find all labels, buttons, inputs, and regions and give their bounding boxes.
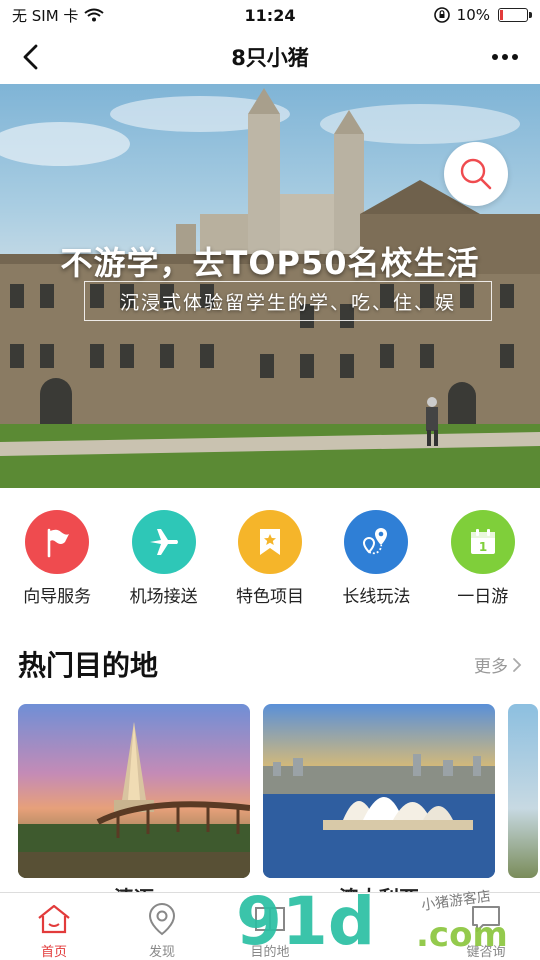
battery-icon	[498, 8, 532, 22]
tab-icon-wrap	[358, 901, 398, 937]
more-dot	[512, 54, 518, 60]
tab-consult[interactable]: 键咨询	[436, 893, 536, 960]
tab-destinations[interactable]: 目的地	[220, 893, 320, 960]
category-circle	[25, 510, 90, 574]
destination-card-chiang-mai[interactable]	[18, 704, 250, 878]
calendar-icon: 1	[470, 529, 495, 554]
home-icon	[38, 904, 70, 934]
tab-icon-wrap	[250, 901, 290, 937]
tab-placeholder[interactable]	[328, 893, 428, 960]
more-dot	[502, 54, 508, 60]
back-button[interactable]	[14, 40, 48, 74]
svg-text:1: 1	[479, 540, 487, 554]
category-label: 特色项目	[235, 587, 304, 607]
wifi-icon	[84, 8, 105, 22]
more-button[interactable]	[488, 44, 522, 70]
status-bar: 无 SIM 卡 11:24 10%	[0, 0, 540, 30]
flag-icon	[47, 528, 70, 558]
carrier-label: 无 SIM 卡	[12, 6, 79, 25]
tab-discover[interactable]: 发现	[112, 893, 212, 960]
bottom-tab-bar: 首页 发现 目的地 键咨询	[0, 892, 540, 960]
category-label: 机场接送	[129, 587, 198, 607]
chat-icon	[472, 906, 500, 932]
section-title: 热门目的地	[18, 649, 159, 682]
tab-label: 发现	[148, 945, 175, 960]
status-left: 无 SIM 卡	[12, 5, 105, 26]
tab-icon-wrap	[34, 901, 74, 937]
route-pins-icon	[363, 528, 388, 555]
category-guide-service[interactable]: 向导服务	[7, 510, 107, 610]
category-circle	[237, 510, 302, 574]
category-circle	[131, 510, 196, 574]
destination-card-next[interactable]	[508, 704, 538, 878]
destination-card-australia[interactable]	[263, 704, 495, 878]
category-special-items[interactable]: 特色项目	[220, 510, 320, 610]
tab-home[interactable]: 首页	[4, 893, 104, 960]
star-bookmark-icon	[259, 529, 280, 555]
more-label: 更多	[474, 657, 508, 677]
sydney-opera-house-photo	[263, 754, 495, 878]
more-dots-icon	[492, 54, 498, 60]
battery-percent: 10%	[456, 6, 490, 24]
tab-label: 首页	[40, 945, 67, 960]
popular-destinations-header: 热门目的地 更多	[0, 640, 540, 690]
banner-subtitle: 沉浸式体验留学生的学、吃、住、娱	[84, 281, 492, 321]
category-airport-transfer[interactable]: 机场接送	[114, 510, 214, 610]
tab-icon-wrap	[466, 901, 506, 937]
location-pin-icon	[148, 902, 176, 936]
map-book-icon	[255, 907, 285, 931]
banner-headline: 不游学，去TOP50名校生活	[60, 244, 480, 282]
banner-search-button[interactable]	[444, 142, 508, 206]
orientation-lock-icon	[433, 7, 450, 23]
chevron-left-icon	[23, 44, 38, 70]
tab-icon-wrap	[142, 901, 182, 937]
hero-banner[interactable]: 不游学，去TOP50名校生活 沉浸式体验留学生的学、吃、住、娱	[0, 84, 540, 488]
airplane-icon	[149, 529, 178, 555]
category-long-route[interactable]: 长线玩法	[326, 510, 426, 610]
status-right: 10%	[433, 6, 532, 24]
more-destinations-link[interactable]: 更多	[474, 652, 522, 677]
tab-label: 目的地	[250, 945, 290, 960]
category-grid: 向导服务 机场接送 特色项目 长线玩法 1 一日游	[0, 510, 540, 610]
nav-bar: 8只小猪	[0, 30, 540, 84]
page-title: 8只小猪	[231, 46, 309, 70]
pagoda-bridge-photo	[18, 722, 250, 878]
category-circle	[344, 510, 409, 574]
search-icon	[460, 158, 492, 190]
chevron-right-icon	[513, 657, 522, 672]
category-circle: 1	[450, 510, 515, 574]
category-label: 一日游	[457, 587, 509, 607]
category-label: 长线玩法	[342, 587, 411, 607]
battery-fill	[500, 10, 503, 20]
tab-label: 键咨询	[466, 945, 506, 960]
category-label: 向导服务	[23, 587, 92, 607]
category-day-trip[interactable]: 1 一日游	[433, 510, 533, 610]
destination-carousel[interactable]: 清迈 澳大利亚	[0, 704, 540, 904]
